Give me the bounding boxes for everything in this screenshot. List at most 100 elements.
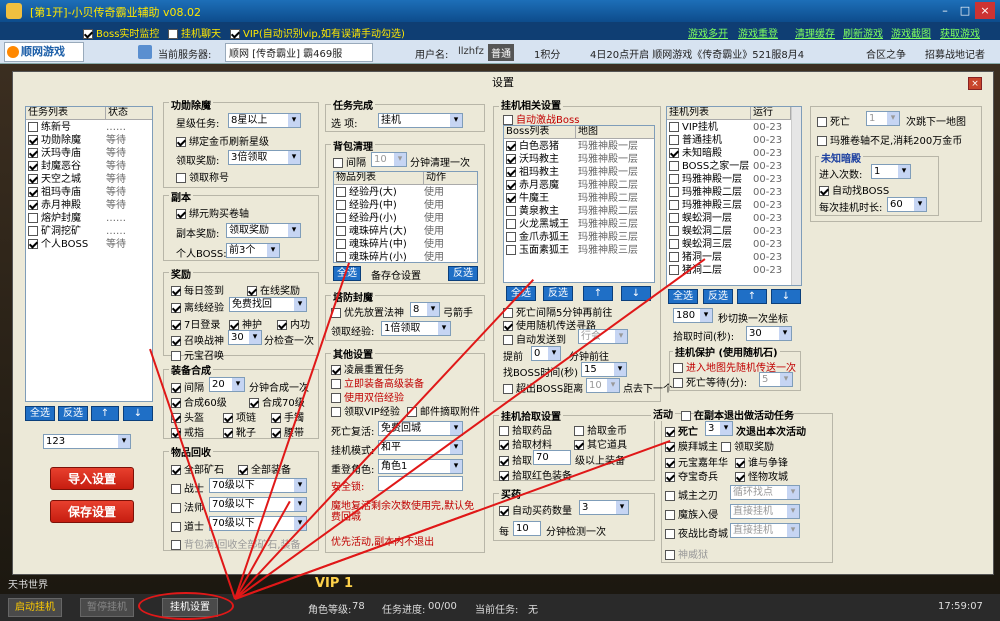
list-item[interactable]: 封魔恶谷 等待 [28,161,152,173]
auto-find-boss-option[interactable]: 自动找BOSS [819,182,889,197]
checkbox[interactable] [171,503,181,513]
recycle-ore-option[interactable]: 全部矿石 [171,461,224,476]
boss-up-button[interactable]: ↑ [583,286,613,301]
list-item[interactable]: 沃玛寺庙 等待 [28,148,152,160]
checkbox[interactable] [171,522,181,532]
checkbox[interactable] [669,122,679,132]
list-item[interactable]: 经验丹(中) 使用 [336,200,477,212]
warrior-select[interactable]: 70级以下 [209,478,307,493]
inner-option[interactable]: 内功 [277,316,310,331]
tao-option[interactable]: 道士 [171,518,204,533]
online-reward-option[interactable]: 在线奖励 [247,282,300,297]
summon-option[interactable]: 召唤战神 [171,332,224,347]
hanglist-col-header[interactable]: 挂机列表 [667,107,751,120]
bagclean-interval-select[interactable]: 10 [371,152,407,167]
checkbox[interactable] [665,427,675,437]
protect-wait-option[interactable]: 死亡等待(分): [673,374,747,389]
checkbox[interactable] [271,413,281,423]
checkbox[interactable] [499,506,509,516]
mage-select[interactable]: 70级以下 [209,497,307,512]
checkbox[interactable] [176,209,186,219]
pick-drug-option[interactable]: 拾取药品 [499,422,552,437]
checkbox[interactable] [665,472,675,482]
checkbox[interactable] [669,174,679,184]
every-input[interactable]: 10 [513,521,541,536]
list-item[interactable]: 蜈蚣洞二层 00-23 [669,226,801,238]
list-item[interactable]: 天空之城 等待 [28,174,152,186]
daily-signin-option[interactable]: 每日签到 [171,282,224,297]
checkbox[interactable] [665,529,675,539]
list-item[interactable]: 祖玛教主 玛雅神殿一层 [506,167,654,179]
king-blade-select[interactable]: 循环找点 [730,485,800,500]
link-refresh[interactable]: 刷新游戏 [843,25,883,40]
exit-dungeon-option[interactable]: 在副本退出做活动任务 [681,407,794,422]
list-item[interactable]: 魂珠碎片(中) 使用 [336,239,477,251]
announcement-ticker[interactable]: 4日20点开启 顺网游戏《传奇霸业》521服8月4 [590,46,830,61]
checkbox[interactable] [665,491,675,501]
checkbox[interactable] [503,384,513,394]
mail-option[interactable]: 邮件摘取附件 [407,403,480,418]
list-item[interactable]: 火龙黑城王 玛雅神殿三层 [506,219,654,231]
map-down-button[interactable]: ↓ [771,289,801,304]
checkbox[interactable] [238,465,248,475]
checkbox[interactable] [176,173,186,183]
bosstime-select[interactable]: 15 [581,362,627,377]
checkbox[interactable] [503,335,513,345]
protect-wait-select[interactable]: 5 [759,372,793,387]
double-exp-option[interactable]: 使用双倍经验 [331,389,404,404]
recycle-equip-option[interactable]: 全部装备 [238,461,291,476]
boss-monitor-option[interactable]: Boss实时监控 [83,25,159,40]
checkbox[interactable] [336,187,346,197]
checkbox[interactable] [669,226,679,236]
list-item[interactable]: 魂珠碎片(小) 使用 [336,252,477,262]
tower-reward-select[interactable]: 1倍领取 [381,321,451,336]
king-blade-option[interactable]: 城主之刃 [665,487,718,502]
offline-exp-option[interactable]: 离线经验 [171,299,224,314]
bind-refresh-option[interactable]: 绑定金币刷新星级 [176,133,269,148]
checkbox[interactable] [331,379,341,389]
list-item[interactable]: 普通挂机 00-23 [669,135,801,147]
profile-select[interactable]: 123 [43,434,131,449]
bind-buy-option[interactable]: 绑元购买卷轴 [176,205,249,220]
checkbox[interactable] [168,29,178,39]
map-select-all-button[interactable]: 全选 [668,289,698,304]
hang-time-select[interactable]: 60 [887,197,927,212]
merit-reward-select[interactable]: 3倍领取 [228,150,301,165]
checkbox[interactable] [176,137,186,147]
enter-count-select[interactable]: 1 [871,164,911,179]
divine-prison-option[interactable]: 神威狱 [665,546,708,561]
checkbox[interactable] [223,413,233,423]
list-item[interactable]: 经验丹(小) 使用 [336,213,477,225]
checkbox[interactable] [277,320,287,330]
hang-chat-option[interactable]: 挂机聊天 [168,25,221,40]
fuse-70-option[interactable]: 合成70级 [249,394,305,409]
checkbox[interactable] [28,174,38,184]
list-item[interactable]: VIP挂机 00-23 [669,122,801,134]
list-item[interactable]: 玛雅神殿一层 00-23 [669,174,801,186]
guild-reward-option[interactable]: 领取奖励 [721,438,774,453]
map-invert-button[interactable]: 反选 [703,289,733,304]
import-settings-button[interactable]: 导入设置 [50,467,134,490]
action-col-header[interactable]: 动作 [424,172,477,185]
task-select-all-button[interactable]: 全选 [25,406,55,421]
link-relogin[interactable]: 游戏重登 [738,25,778,40]
link-clear-cache[interactable]: 清理缓存 [795,25,835,40]
checkbox[interactable] [230,29,240,39]
checkbox[interactable] [331,365,341,375]
checkbox[interactable] [331,407,341,417]
checkbox[interactable] [28,226,38,236]
checkbox[interactable] [499,426,509,436]
checkbox[interactable] [574,426,584,436]
start-hang-button[interactable]: 启动挂机 [8,598,62,617]
list-item[interactable]: 沃玛教主 玛雅神殿一层 [506,154,654,166]
relogin-role-select[interactable]: 角色1 [378,459,463,474]
checkbox[interactable] [665,510,675,520]
checkbox[interactable] [229,320,239,330]
task-invert-button[interactable]: 反选 [58,406,88,421]
summon-select[interactable]: 30 [228,330,262,345]
checkbox[interactable] [28,239,38,249]
maximize-button[interactable]: □ [955,2,975,19]
bagclean-interval-option[interactable]: 间隔 [333,154,366,169]
checkbox[interactable] [171,303,181,313]
list-item[interactable]: 玛雅神殿三层 00-23 [669,200,801,212]
